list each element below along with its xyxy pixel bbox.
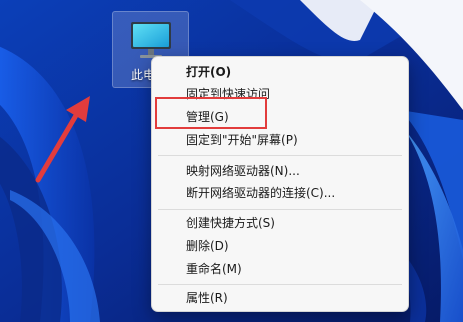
monitor-icon [131, 22, 171, 58]
desktop-screenshot: 此电 打开(O) 固定到快速访问 管理(G) 固定到"开始"屏幕(P) 映射网络… [0, 0, 463, 322]
menu-item-rename[interactable]: 重命名(M) [158, 258, 402, 280]
menu-item-pin-quick-access[interactable]: 固定到快速访问 [158, 83, 402, 105]
context-menu: 打开(O) 固定到快速访问 管理(G) 固定到"开始"屏幕(P) 映射网络驱动器… [151, 56, 409, 312]
menu-separator [158, 209, 402, 210]
menu-item-open[interactable]: 打开(O) [158, 61, 402, 83]
menu-item-delete[interactable]: 删除(D) [158, 235, 402, 257]
menu-item-create-shortcut[interactable]: 创建快捷方式(S) [158, 212, 402, 234]
annotation-arrow-icon [35, 96, 90, 183]
menu-item-manage[interactable]: 管理(G) [158, 106, 402, 128]
menu-item-map-network-drive[interactable]: 映射网络驱动器(N)... [158, 160, 402, 182]
menu-item-disconnect-network-drive[interactable]: 断开网络驱动器的连接(C)... [158, 182, 402, 204]
menu-item-properties[interactable]: 属性(R) [158, 287, 402, 309]
menu-item-pin-start[interactable]: 固定到"开始"屏幕(P) [158, 129, 402, 151]
menu-separator [158, 155, 402, 156]
menu-separator [158, 284, 402, 285]
